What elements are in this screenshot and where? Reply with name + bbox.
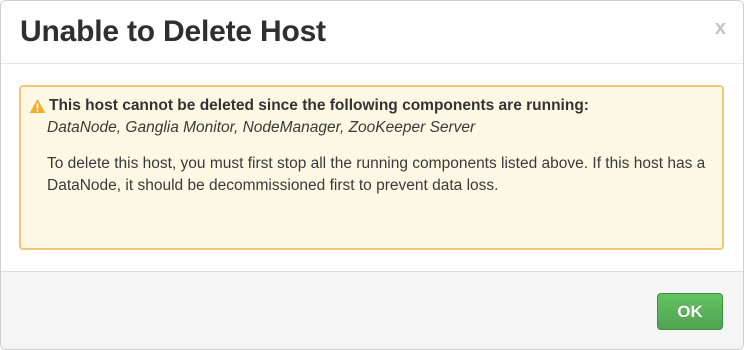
- dialog-footer: OK: [1, 271, 743, 349]
- running-components-list: DataNode, Ganglia Monitor, NodeManager, …: [47, 119, 476, 136]
- dialog-title: Unable to Delete Host: [20, 15, 326, 48]
- warning-alert: This host cannot be deleted since the fo…: [19, 85, 724, 250]
- ok-button[interactable]: OK: [657, 293, 723, 330]
- close-button[interactable]: x: [715, 18, 726, 38]
- alert-heading: This host cannot be deleted since the fo…: [49, 97, 589, 114]
- dialog-header: Unable to Delete Host x: [1, 1, 743, 64]
- warning-icon: [29, 99, 46, 113]
- delete-instructions: To delete this host, you must first stop…: [47, 155, 706, 194]
- delete-host-dialog: Unable to Delete Host x This host cannot…: [0, 0, 744, 350]
- dialog-body: This host cannot be deleted since the fo…: [1, 64, 743, 271]
